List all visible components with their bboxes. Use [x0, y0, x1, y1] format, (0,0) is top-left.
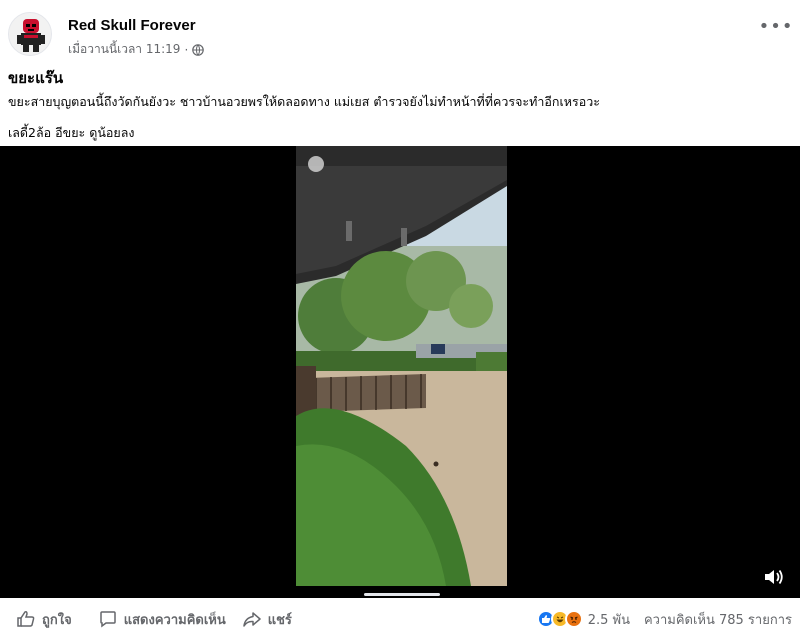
post-body-line-2: เลดี้2ล้อ อีขยะ ดูน้อยลง [8, 125, 135, 140]
post-title: ขยะแร๊น [8, 69, 64, 87]
angry-reaction-icon [564, 610, 583, 628]
speaker-icon[interactable] [762, 566, 786, 588]
comment-button[interactable]: แสดงความคิดเห็น [92, 604, 232, 634]
comment-label: แสดงความคิดเห็น [123, 612, 226, 628]
video-frame[interactable] [296, 146, 507, 586]
author-name[interactable]: Red Skull Forever [68, 17, 196, 34]
video-player[interactable] [0, 146, 800, 598]
reaction-count[interactable]: 2.5 พัน [588, 609, 630, 630]
video-progress-bar[interactable] [364, 593, 440, 596]
post-meta: เมื่อวานนี้เวลา 11:19 · [68, 40, 205, 59]
globe-icon [192, 43, 205, 56]
comment-count[interactable]: ความคิดเห็น 785 รายการ [644, 609, 792, 630]
video-still-image [296, 146, 507, 586]
post-timestamp[interactable]: เมื่อวานนี้เวลา 11:19 [68, 40, 180, 59]
post-action-bar: ถูกใจ แสดงความคิดเห็น แชร์ 2.5 พัน ความค… [0, 598, 800, 640]
more-options-button[interactable]: ••• [759, 14, 793, 38]
share-label: แชร์ [267, 612, 292, 628]
like-button[interactable]: ถูกใจ [10, 604, 78, 634]
post-body-line-1: ขยะสายบุญตอนนี้ถึงวัดกันยังวะ ชาวบ้านอวย… [8, 94, 600, 109]
share-button[interactable]: แชร์ [236, 604, 298, 634]
thumbs-up-icon [17, 611, 35, 627]
red-skull-avatar-icon [17, 19, 45, 52]
like-label: ถูกใจ [42, 612, 72, 628]
reaction-summary[interactable]: 2.5 พัน ความคิดเห็น 785 รายการ [536, 598, 792, 640]
post-header: Red Skull Forever เมื่อวานนี้เวลา 11:19 … [0, 0, 800, 64]
comment-bubble-icon [99, 611, 116, 628]
share-arrow-icon [242, 612, 261, 627]
facebook-post: Red Skull Forever เมื่อวานนี้เวลา 11:19 … [0, 0, 800, 640]
author-avatar[interactable] [8, 12, 52, 56]
